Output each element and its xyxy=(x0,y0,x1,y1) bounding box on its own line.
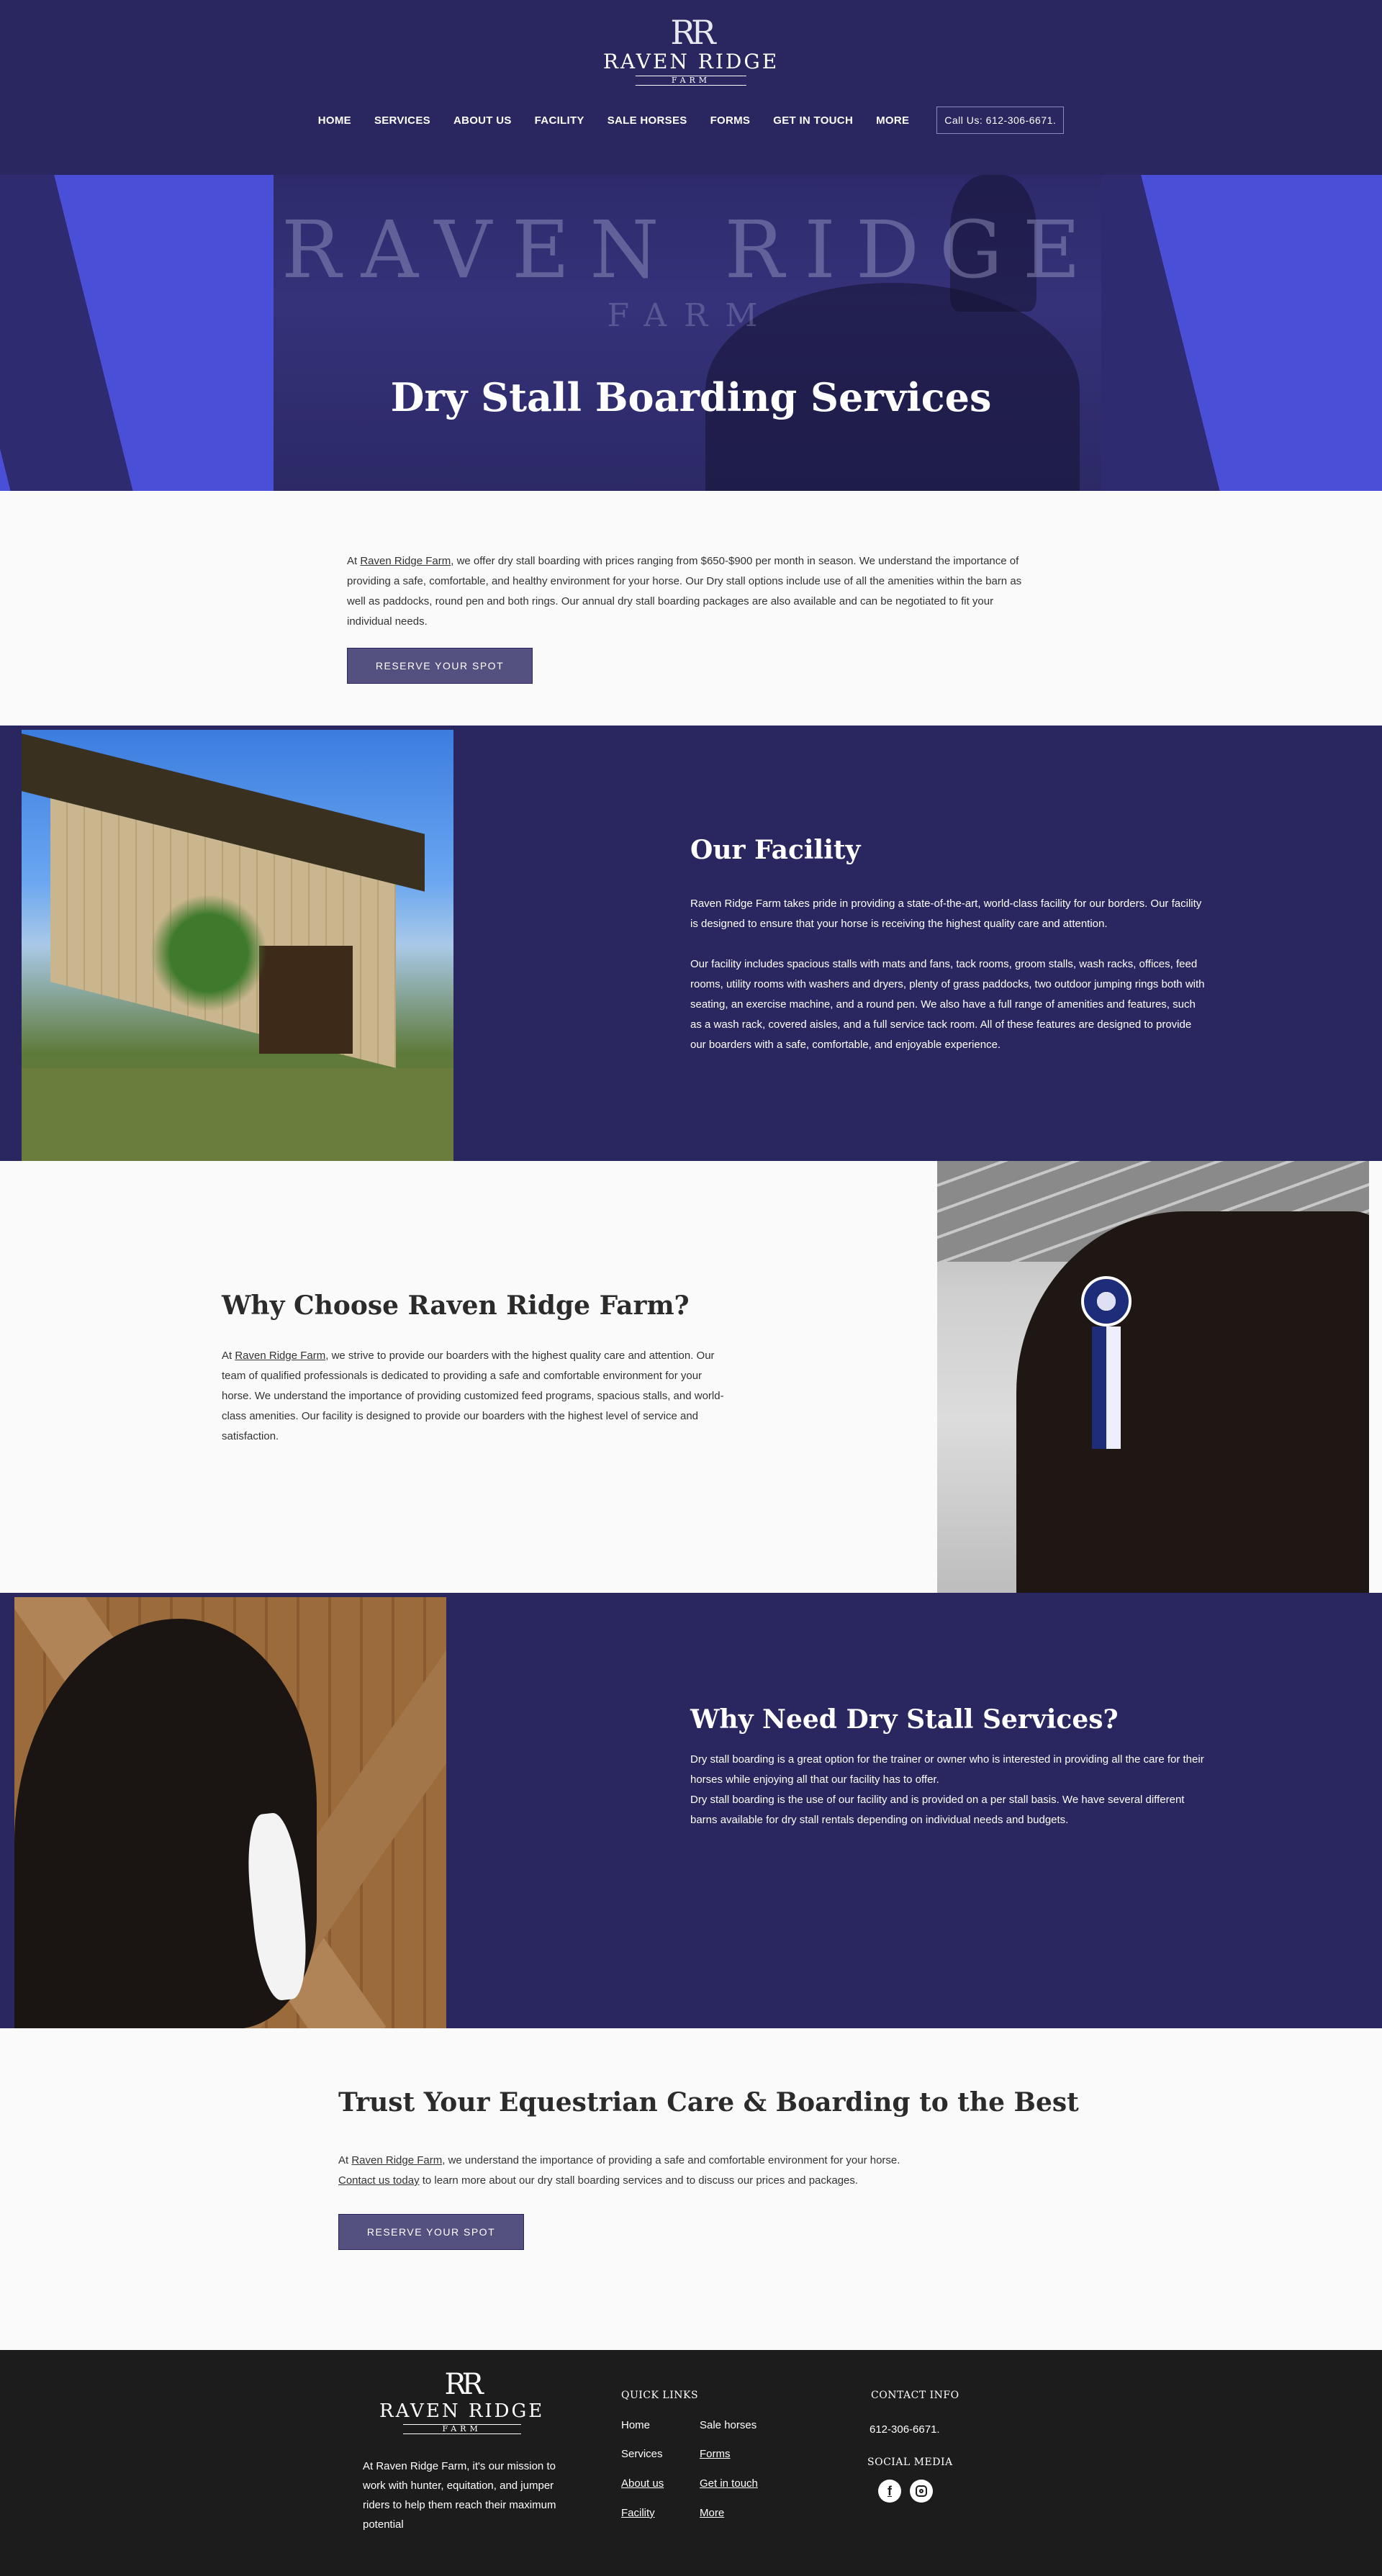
choose-pre: At xyxy=(222,1350,235,1362)
trust-section: Trust Your Equestrian Care & Boarding to… xyxy=(0,2028,1382,2350)
intro-section: At Raven Ridge Farm, we offer dry stall … xyxy=(0,491,1382,726)
why-choose-title: Why Choose Raven Ridge Farm? xyxy=(222,1291,690,1321)
award-ribbon xyxy=(1081,1276,1132,1327)
contact-info-title: CONTACT INFO xyxy=(871,2390,959,2401)
grass xyxy=(22,1068,453,1161)
raven-ridge-link[interactable]: Raven Ridge Farm xyxy=(351,2154,442,2166)
page-title: Dry Stall Boarding Services xyxy=(390,374,992,420)
footer-link-home[interactable]: Home xyxy=(621,2419,650,2431)
social-media-title: SOCIAL MEDIA xyxy=(867,2457,953,2468)
horse-portrait-image xyxy=(14,1597,446,2028)
site-footer: RR RAVEN RIDGE FARM At Raven Ridge Farm,… xyxy=(0,2350,1382,2576)
hero-watermark-sub: FARM xyxy=(607,297,775,334)
logo-sub: FARM xyxy=(635,76,747,86)
why-need-text-1: Dry stall boarding is a great option for… xyxy=(690,1753,1204,1786)
nav-more[interactable]: MORE xyxy=(876,114,909,127)
facebook-icon[interactable]: f xyxy=(878,2480,901,2503)
nav-about-us[interactable]: ABOUT US xyxy=(453,114,512,127)
logo-name: RAVEN RIDGE xyxy=(379,2400,545,2422)
footer-link-services[interactable]: Services xyxy=(621,2448,663,2460)
main-nav: HOME SERVICES ABOUT US FACILITY SALE HOR… xyxy=(0,107,1382,134)
site-header: RR RAVEN RIDGE FARM HOME SERVICES ABOUT … xyxy=(0,0,1382,175)
nav-get-in-touch[interactable]: GET IN TOUCH xyxy=(773,114,853,127)
intro-text: At Raven Ridge Farm, we offer dry stall … xyxy=(347,551,1038,632)
barn-image xyxy=(22,730,453,1161)
footer-mission: At Raven Ridge Farm, it's our mission to… xyxy=(363,2460,556,2531)
choose-body: , we strive to provide our boarders with… xyxy=(222,1350,724,1442)
hero-banner: RAVEN RIDGE FARM Dry Stall Boarding Serv… xyxy=(0,175,1382,491)
ribbon-tail xyxy=(1092,1327,1121,1449)
barn-door xyxy=(259,946,353,1054)
nav-facility[interactable]: FACILITY xyxy=(535,114,584,127)
footer-link-sale-horses[interactable]: Sale horses xyxy=(700,2419,757,2431)
site-logo[interactable]: RR RAVEN RIDGE FARM xyxy=(603,14,779,86)
footer-link-more[interactable]: More xyxy=(700,2507,724,2519)
hero-watermark: RAVEN RIDGE xyxy=(281,204,1101,296)
logo-mark: RR xyxy=(670,13,715,52)
nav-services[interactable]: SERVICES xyxy=(374,114,430,127)
reserve-spot-button[interactable]: RESERVE YOUR SPOT xyxy=(347,648,533,684)
call-us-button[interactable]: Call Us: 612-306-6671. xyxy=(936,107,1065,134)
footer-link-about-us[interactable]: About us xyxy=(621,2477,664,2490)
footer-phone[interactable]: 612-306-6671. xyxy=(870,2423,940,2436)
reserve-spot-button[interactable]: RESERVE YOUR SPOT xyxy=(338,2214,524,2250)
instagram-icon[interactable] xyxy=(910,2480,933,2503)
footer-logo[interactable]: RR RAVEN RIDGE FARM xyxy=(379,2369,544,2435)
raven-ridge-link[interactable]: Raven Ridge Farm xyxy=(360,555,451,567)
facility-section: Our Facility Raven Ridge Farm takes prid… xyxy=(0,726,1382,1161)
why-need-section: Why Need Dry Stall Services? Dry stall b… xyxy=(0,1593,1382,2028)
facility-text-1: Raven Ridge Farm takes pride in providin… xyxy=(690,898,1202,930)
trust-title: Trust Your Equestrian Care & Boarding to… xyxy=(338,2087,1079,2118)
logo-mark: RR xyxy=(444,2368,484,2401)
horse-silhouette xyxy=(1016,1211,1369,1593)
raven-ridge-link[interactable]: Raven Ridge Farm xyxy=(235,1350,325,1362)
palm-tree xyxy=(144,881,274,1025)
trust-body: , we understand the importance of provid… xyxy=(442,2154,900,2166)
nav-home[interactable]: HOME xyxy=(318,114,351,127)
contact-us-link[interactable]: Contact us today xyxy=(338,2174,420,2187)
nav-forms[interactable]: FORMS xyxy=(710,114,751,127)
trust-contact-text: to learn more about our dry stall boardi… xyxy=(419,2174,859,2187)
footer-link-forms[interactable]: Forms xyxy=(700,2448,731,2460)
logo-name: RAVEN RIDGE xyxy=(602,50,780,73)
footer-link-facility[interactable]: Facility xyxy=(621,2507,655,2519)
facility-title: Our Facility xyxy=(690,835,861,865)
logo-sub: FARM xyxy=(402,2424,521,2434)
facility-text-2: Our facility includes spacious stalls wi… xyxy=(690,958,1205,1051)
why-choose-section: Why Choose Raven Ridge Farm? At Raven Ri… xyxy=(0,1161,1382,1593)
quick-links-title: QUICK LINKS xyxy=(621,2390,699,2401)
trust-pre: At xyxy=(338,2154,352,2166)
footer-link-get-in-touch[interactable]: Get in touch xyxy=(700,2477,758,2490)
intro-pre: At xyxy=(347,555,361,567)
ribbon-horse-image xyxy=(937,1161,1369,1593)
why-choose-text: At Raven Ridge Farm, we strive to provid… xyxy=(222,1346,726,1447)
nav-sale-horses[interactable]: SALE HORSES xyxy=(608,114,687,127)
trust-text: At Raven Ridge Farm, we understand the i… xyxy=(338,2151,1058,2191)
why-need-title: Why Need Dry Stall Services? xyxy=(690,1704,1119,1735)
why-need-text-2: Dry stall boarding is the use of our fac… xyxy=(690,1794,1185,1826)
